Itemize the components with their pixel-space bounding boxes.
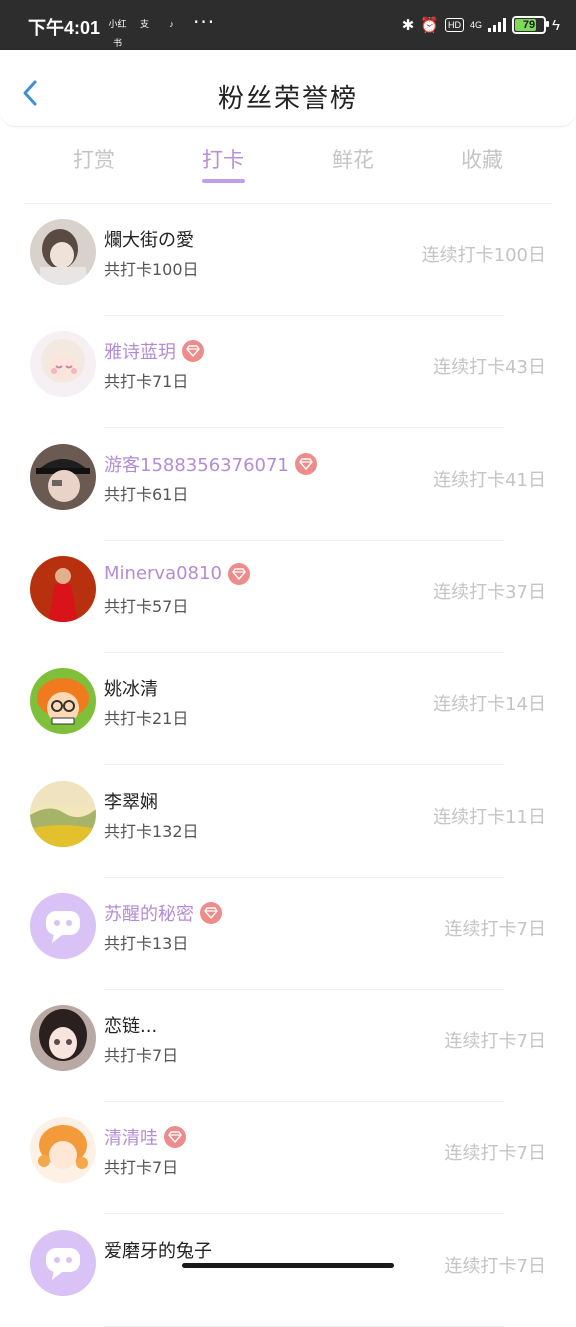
signal-icon [488, 18, 507, 32]
diamond-icon [294, 452, 317, 475]
avatar[interactable] [30, 331, 96, 398]
name-line: Minerva0810 [104, 562, 250, 585]
user-name: 游客1588356376071 [104, 454, 289, 476]
name-line: 游客1588356376071 [104, 451, 317, 477]
tab-checkin[interactable]: 打卡 [178, 144, 268, 174]
status-indicators: ✱ ⏰ HD 4G 79 ϟ [402, 14, 560, 36]
tiktok-icon: ♪ [169, 19, 174, 29]
tab-reward[interactable]: 打赏 [49, 144, 139, 174]
bluetooth-icon: ✱ [401, 17, 415, 34]
name-line: 恋链... [104, 1012, 157, 1038]
name-line: 爱磨牙的兔子 [104, 1237, 212, 1263]
name-line: 雅诗蓝玥 [104, 338, 204, 364]
user-name: Minerva0810 [104, 563, 222, 585]
streak-count: 连续打卡7日 [444, 1031, 546, 1053]
status-bar: 下午4:01 小红书 支 ♪ ··· ✱ ⏰ HD 4G 79 ϟ [0, 0, 576, 50]
home-indicator[interactable] [182, 1263, 394, 1268]
user-name: 恋链... [104, 1016, 158, 1038]
list-item[interactable]: 爛大街の愛共打卡100日 连续打卡100日 [0, 204, 576, 316]
user-name: 雅诗蓝玥 [104, 342, 176, 364]
total-checkins: 共打卡71日 [104, 372, 189, 392]
avatar[interactable] [30, 219, 96, 285]
name-line: 李翠娴 [104, 788, 158, 814]
user-name: 姚冰清 [104, 679, 158, 701]
total-checkins: 共打卡7日 [104, 1158, 179, 1178]
streak-count: 连续打卡11日 [433, 806, 546, 828]
list-item[interactable]: 游客1588356376071 共打卡61日 连续打卡41日 [0, 429, 576, 541]
battery-icon: 79 [512, 16, 550, 34]
charging-icon: ϟ [552, 16, 560, 34]
total-checkins: 共打卡100日 [104, 260, 199, 279]
total-checkins: 共打卡61日 [104, 484, 189, 504]
list-item[interactable]: 苏醒的秘密共打卡13日 连续打卡7日 [0, 878, 576, 990]
list-item[interactable]: 恋链... 共打卡7日 连续打卡7日 [0, 990, 576, 1103]
network-label: 4G [470, 20, 483, 30]
streak-count: 连续打卡7日 [444, 1143, 546, 1165]
diamond-icon [227, 562, 250, 585]
tab-flowers[interactable]: 鲜花 [308, 144, 398, 174]
list-item[interactable]: 清清哇共打卡7日 连续打卡7日 [0, 1102, 576, 1215]
diamond-icon [164, 1126, 186, 1149]
active-tab-indicator [202, 179, 245, 183]
xiaohongshu-icon: 小红书 [108, 19, 127, 48]
more-notifications-icon: ··· [193, 10, 216, 34]
page-title: 粉丝荣誉榜 [217, 84, 358, 114]
battery-level: 79 [522, 19, 536, 31]
streak-count: 连续打卡7日 [444, 1255, 546, 1277]
alarm-icon: ⏰ [420, 17, 440, 34]
streak-count: 连续打卡37日 [433, 581, 546, 603]
hd-badge: HD [445, 18, 465, 32]
streak-count: 连续打卡41日 [433, 469, 546, 491]
list-item[interactable]: 雅诗蓝玥共打卡71日 连续打卡43日 [0, 316, 576, 429]
list-item[interactable]: Minerva0810 共打卡57日 连续打卡37日 [0, 541, 576, 653]
avatar[interactable] [30, 1005, 96, 1072]
diamond-icon [182, 340, 204, 363]
user-name: 爛大街の愛 [104, 230, 194, 251]
total-checkins: 共打卡7日 [104, 1046, 179, 1066]
user-name: 李翠娴 [104, 791, 158, 813]
streak-count: 连续打卡14日 [433, 694, 546, 716]
name-line: 苏醒的秘密 [104, 900, 222, 926]
user-name: 苏醒的秘密 [104, 903, 194, 925]
user-name: 爱磨牙的兔子 [104, 1240, 212, 1262]
streak-count: 连续打卡43日 [433, 357, 546, 379]
list-item[interactable]: 李翠娴共打卡132日 连续打卡11日 [0, 766, 576, 878]
diamond-icon [200, 901, 222, 924]
status-time: 下午4:01 [28, 18, 101, 38]
list-item[interactable]: 姚冰清共打卡21日 连续打卡14日 [0, 653, 576, 766]
avatar[interactable] [30, 668, 96, 735]
top-app-bar: 粉丝荣誉榜 [0, 50, 576, 127]
streak-count: 连续打卡100日 [421, 245, 546, 266]
avatar[interactable] [30, 1117, 96, 1184]
streak-count: 连续打卡7日 [444, 918, 546, 940]
total-checkins: 共打卡132日 [104, 821, 199, 841]
avatar[interactable] [30, 892, 96, 959]
avatar[interactable] [30, 555, 96, 622]
avatar[interactable] [30, 780, 96, 847]
total-checkins: 共打卡13日 [104, 933, 189, 953]
list-item[interactable]: 爱磨牙的兔子连续打卡7日 [0, 1215, 576, 1327]
tab-bar: 打赏 打卡 鲜花 收藏 [0, 126, 576, 196]
user-name: 清清哇 [104, 1128, 158, 1150]
avatar[interactable] [30, 443, 96, 510]
name-line: 清清哇 [104, 1124, 186, 1150]
total-checkins: 共打卡21日 [104, 709, 189, 729]
name-line: 姚冰清 [104, 675, 158, 701]
alipay-icon: 支 [139, 19, 149, 29]
avatar[interactable] [30, 1229, 96, 1296]
total-checkins: 共打卡57日 [104, 596, 189, 616]
tab-favorites[interactable]: 收藏 [437, 144, 527, 174]
name-line: 爛大街の愛 [104, 226, 194, 252]
